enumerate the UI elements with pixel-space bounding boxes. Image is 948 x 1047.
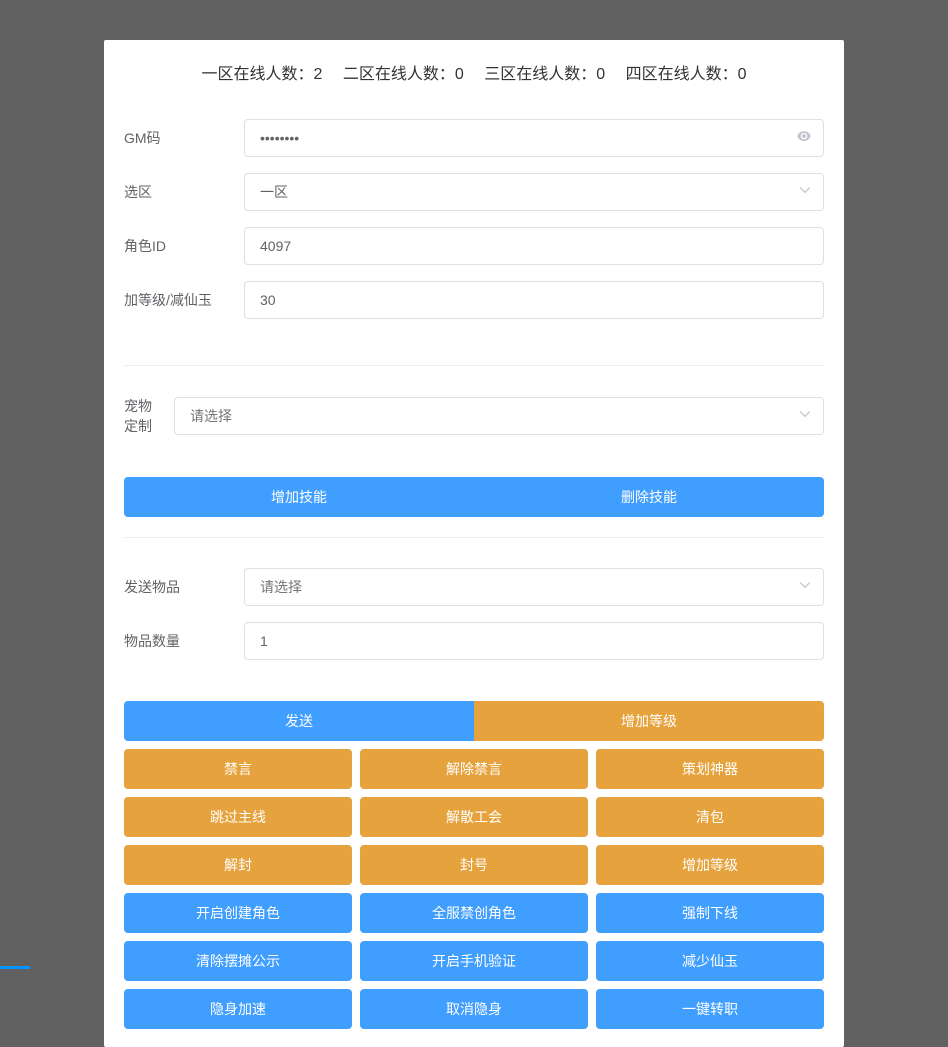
gm-code-input[interactable] [244,119,824,157]
add-skill-button[interactable]: 增加技能 [124,477,474,517]
zone-select[interactable] [244,173,824,211]
zone3-count: 三区在线人数：0 [484,66,605,83]
clear-bag-button[interactable]: 清包 [596,797,824,837]
add-level-button[interactable]: 增加等级 [474,701,824,741]
reduce-xianyu-button[interactable]: 减少仙玉 [596,941,824,981]
zone2-count: 二区在线人数：0 [343,66,464,83]
divider [124,365,824,366]
pet-select[interactable] [174,397,824,435]
cancel-stealth-button[interactable]: 取消隐身 [360,989,588,1029]
clear-stall-button[interactable]: 清除摆摊公示 [124,941,352,981]
planner-weapon-button[interactable]: 策划神器 [596,749,824,789]
del-skill-button[interactable]: 删除技能 [474,477,824,517]
item-qty-input[interactable] [244,622,824,660]
open-create-button[interactable]: 开启创建角色 [124,893,352,933]
level-label: 加等级/减仙玉 [124,290,244,310]
ban-button[interactable]: 封号 [360,845,588,885]
unban-button[interactable]: 解封 [124,845,352,885]
main-container: 一区在线人数：2 二区在线人数：0 三区在线人数：0 四区在线人数：0 GM码 … [104,40,844,1047]
divider [124,537,824,538]
gm-code-label: GM码 [124,128,244,148]
item-qty-label: 物品数量 [124,631,244,651]
unmute-button[interactable]: 解除禁言 [360,749,588,789]
stealth-speed-button[interactable]: 隐身加速 [124,989,352,1029]
send-button[interactable]: 发送 [124,701,474,741]
skip-main-button[interactable]: 跳过主线 [124,797,352,837]
server-ban-create-button[interactable]: 全服禁创角色 [360,893,588,933]
force-offline-button[interactable]: 强制下线 [596,893,824,933]
send-item-label: 发送物品 [124,577,244,597]
pet-label: 宠物定制 [124,396,174,436]
mute-button[interactable]: 禁言 [124,749,352,789]
eye-icon[interactable] [796,128,812,149]
zone4-count: 四区在线人数：0 [626,66,747,83]
role-id-label: 角色ID [124,236,244,256]
zone1-count: 一区在线人数：2 [202,66,323,83]
online-header: 一区在线人数：2 二区在线人数：0 三区在线人数：0 四区在线人数：0 [104,60,844,104]
open-phone-verify-button[interactable]: 开启手机验证 [360,941,588,981]
dissolve-guild-button[interactable]: 解散工会 [360,797,588,837]
one-key-change-button[interactable]: 一键转职 [596,989,824,1029]
send-item-select[interactable] [244,568,824,606]
zone-label: 选区 [124,182,244,202]
level-input[interactable] [244,281,824,319]
role-id-input[interactable] [244,227,824,265]
add-level2-button[interactable]: 增加等级 [596,845,824,885]
